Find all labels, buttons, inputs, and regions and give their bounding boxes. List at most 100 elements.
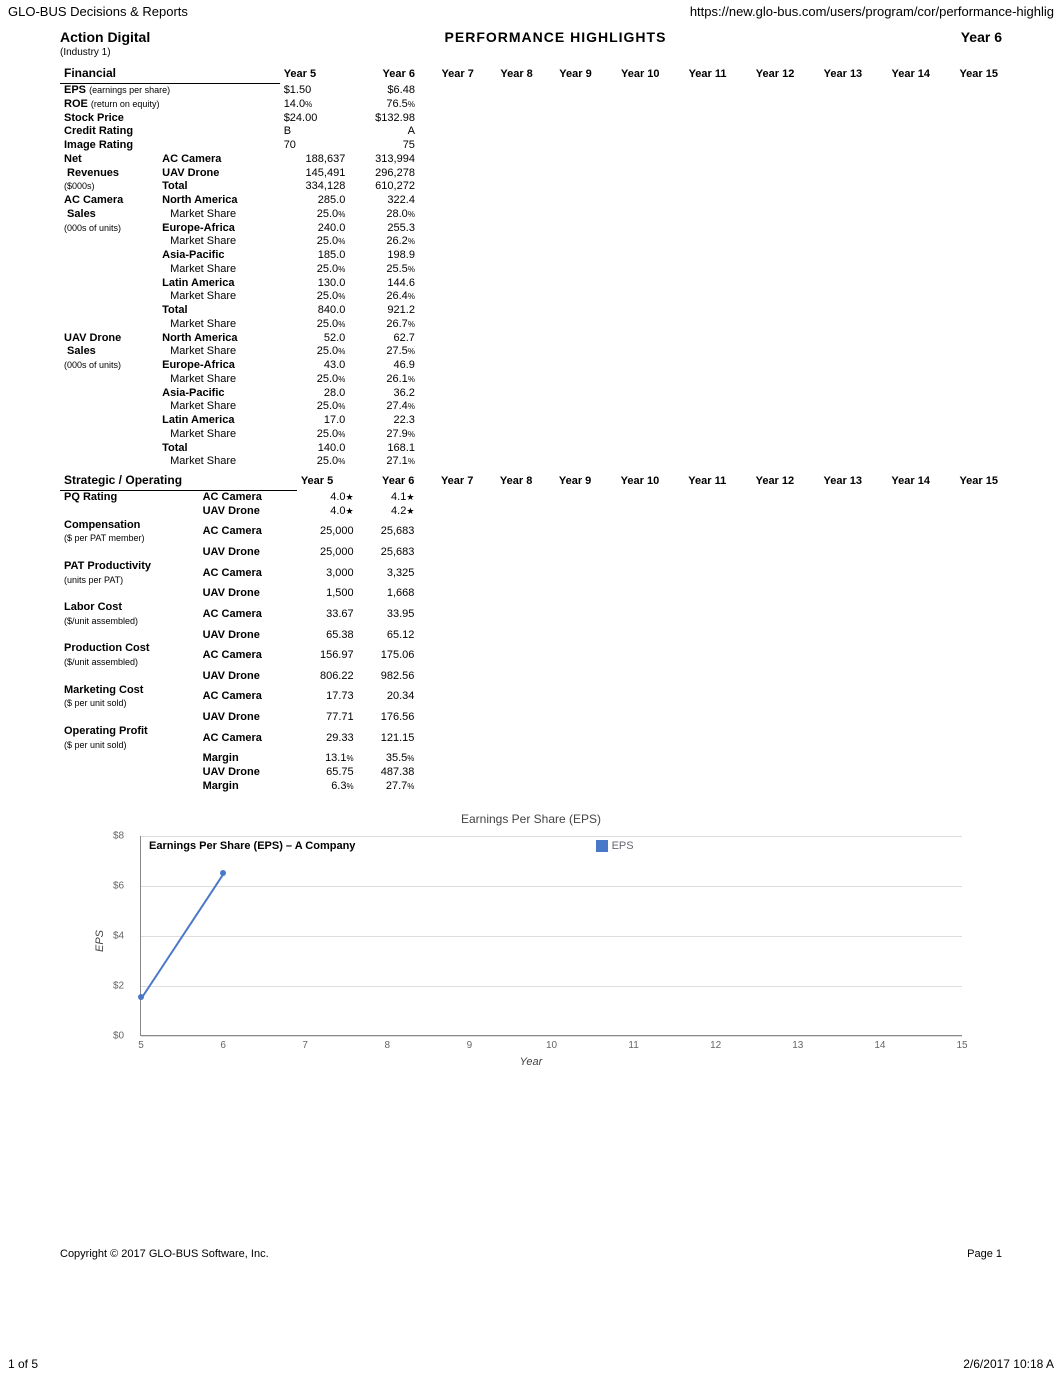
col-year5: Year 5 [280,66,350,84]
title-row: Action Digital PERFORMANCE HIGHLIGHTS Ye… [60,29,1002,45]
table-row: Market Share 25.025.5 [60,263,1002,277]
strategic-header: Strategic / Operating [60,473,297,491]
table-row: Net Revenues($000s) AC Camera 188,637313… [60,153,1002,167]
table-row: UAV Drone 806.22982.56 [60,670,1002,684]
table-row: Market Share 25.028.0 [60,208,1002,222]
col-year6: Year 6 [349,66,419,84]
chart-x-tick: 7 [302,1040,308,1051]
table-row: PQ Rating AC Camera 4.04.1 [60,491,1002,505]
table-row: AC Camera Sales(000s of units) North Ame… [60,194,1002,208]
table-row: UAV Drone Sales(000s of units) North Ame… [60,332,1002,346]
chart-x-tick: 6 [220,1040,226,1051]
col-year8: Year 8 [478,66,537,84]
chart-x-tick: 10 [546,1040,557,1051]
table-row: Market Share 25.027.9 [60,428,1002,442]
col-year10: Year 10 [596,66,664,84]
col-year14: Year 14 [866,473,934,491]
chart-data-point [220,870,226,876]
table-row: Total 334,128610,272 [60,180,1002,194]
table-row: Margin 13.135.5 [60,752,1002,766]
table-row: Market Share 25.027.5 [60,345,1002,359]
chart-x-tick: 5 [138,1040,144,1051]
table-row: Asia-Pacific 28.036.2 [60,387,1002,401]
page-count: 1 of 5 [8,1357,38,1371]
col-year12: Year 12 [730,473,798,491]
table-row: Market Share 25.026.4 [60,290,1002,304]
table-row: Stock Price $24.00$132.98 [60,112,1002,126]
chart-y-tick: $2 [113,980,124,991]
chart-x-tick: 14 [874,1040,885,1051]
col-year11: Year 11 [663,473,730,491]
col-year6: Year 6 [358,473,419,491]
col-year15: Year 15 [934,66,1002,84]
table-row: Market Share 25.026.2 [60,235,1002,249]
table-row: Operating Profit ($ per unit sold) AC Ca… [60,725,1002,753]
page-date: 2/6/2017 10:18 A [963,1357,1054,1371]
chart-inner-title: Earnings Per Share (EPS) – A Company [149,840,355,852]
table-row: UAV Drone 145,491296,278 [60,167,1002,181]
chart-x-tick: 13 [792,1040,803,1051]
chart-x-tick: 8 [385,1040,391,1051]
eps-chart: Earnings Per Share (EPS) – A Company EPS… [140,836,962,1036]
chart-y-tick: $8 [113,830,124,841]
page-number: Page 1 [967,1248,1002,1260]
chart-x-tick: 9 [467,1040,473,1051]
col-year12: Year 12 [731,66,799,84]
table-row: UAV Drone 4.04.2 [60,505,1002,519]
table-row: Compensation ($ per PAT member) AC Camer… [60,519,1002,547]
col-year9: Year 9 [536,473,595,491]
browser-header: GLO-BUS Decisions & Reports https://new.… [0,0,1062,29]
industry-label: (Industry 1) [60,47,1002,58]
table-row: UAV Drone 77.71176.56 [60,711,1002,725]
col-year9: Year 9 [537,66,596,84]
col-year7: Year 7 [418,473,477,491]
company-name: Action Digital [60,29,150,45]
col-year7: Year 7 [419,66,478,84]
table-row: UAV Drone 65.75487.38 [60,766,1002,780]
chart-legend: EPS [596,840,634,852]
table-row: Margin 6.327.7 [60,780,1002,794]
table-row: Marketing Cost ($ per unit sold) AC Came… [60,684,1002,712]
table-row: Image Rating 7075 [60,139,1002,153]
table-row: Asia-Pacific 185.0198.9 [60,249,1002,263]
header-right: https://new.glo-bus.com/users/program/co… [690,4,1054,19]
chart-section-title: Earnings Per Share (EPS) [60,812,1002,826]
header-left: GLO-BUS Decisions & Reports [8,4,188,19]
strategic-table: Strategic / Operating Year 5 Year 6 Year… [60,473,1002,794]
col-year14: Year 14 [866,66,934,84]
chart-x-axis-label: Year [60,1056,1002,1068]
col-year8: Year 8 [477,473,536,491]
col-year15: Year 15 [934,473,1002,491]
table-row: UAV Drone 25,00025,683 [60,546,1002,560]
table-row: UAV Drone 65.3865.12 [60,629,1002,643]
page-footer: Copyright © 2017 GLO-BUS Software, Inc. … [0,1248,1062,1260]
financial-header: Financial [60,66,280,84]
table-row: Europe-Africa 43.046.9 [60,359,1002,373]
table-row: Market Share 25.026.7 [60,318,1002,332]
table-row: Europe-Africa 240.0255.3 [60,222,1002,236]
table-row: Total 840.0921.2 [60,304,1002,318]
table-row: ROE (return on equity) 14.076.5 [60,98,1002,112]
report-content: Action Digital PERFORMANCE HIGHLIGHTS Ye… [0,29,1062,1068]
table-row: Market Share 25.027.4 [60,400,1002,414]
chart-y-tick: $4 [113,930,124,941]
col-year10: Year 10 [595,473,663,491]
legend-label: EPS [612,840,634,852]
report-title: PERFORMANCE HIGHLIGHTS [445,29,667,45]
table-row: Production Cost ($/unit assembled) AC Ca… [60,642,1002,670]
eps-chart-section: Earnings Per Share (EPS) Earnings Per Sh… [60,812,1002,1068]
chart-x-tick: 12 [710,1040,721,1051]
chart-line-segment [140,874,224,1000]
table-row: EPS (earnings per share) $1.50$6.48 [60,84,1002,98]
col-year13: Year 13 [798,473,866,491]
table-row: Credit Rating BA [60,125,1002,139]
chart-y-axis-label: EPS [94,930,106,952]
table-row: Market Share 25.027.1 [60,455,1002,469]
col-year13: Year 13 [798,66,866,84]
chart-x-tick: 15 [956,1040,967,1051]
table-row: Total 140.0168.1 [60,442,1002,456]
financial-table: Financial Year 5 Year 6 Year 7 Year 8 Ye… [60,66,1002,469]
col-year11: Year 11 [664,66,731,84]
table-row: Labor Cost ($/unit assembled) AC Camera … [60,601,1002,629]
table-row: Latin America 130.0144.6 [60,277,1002,291]
